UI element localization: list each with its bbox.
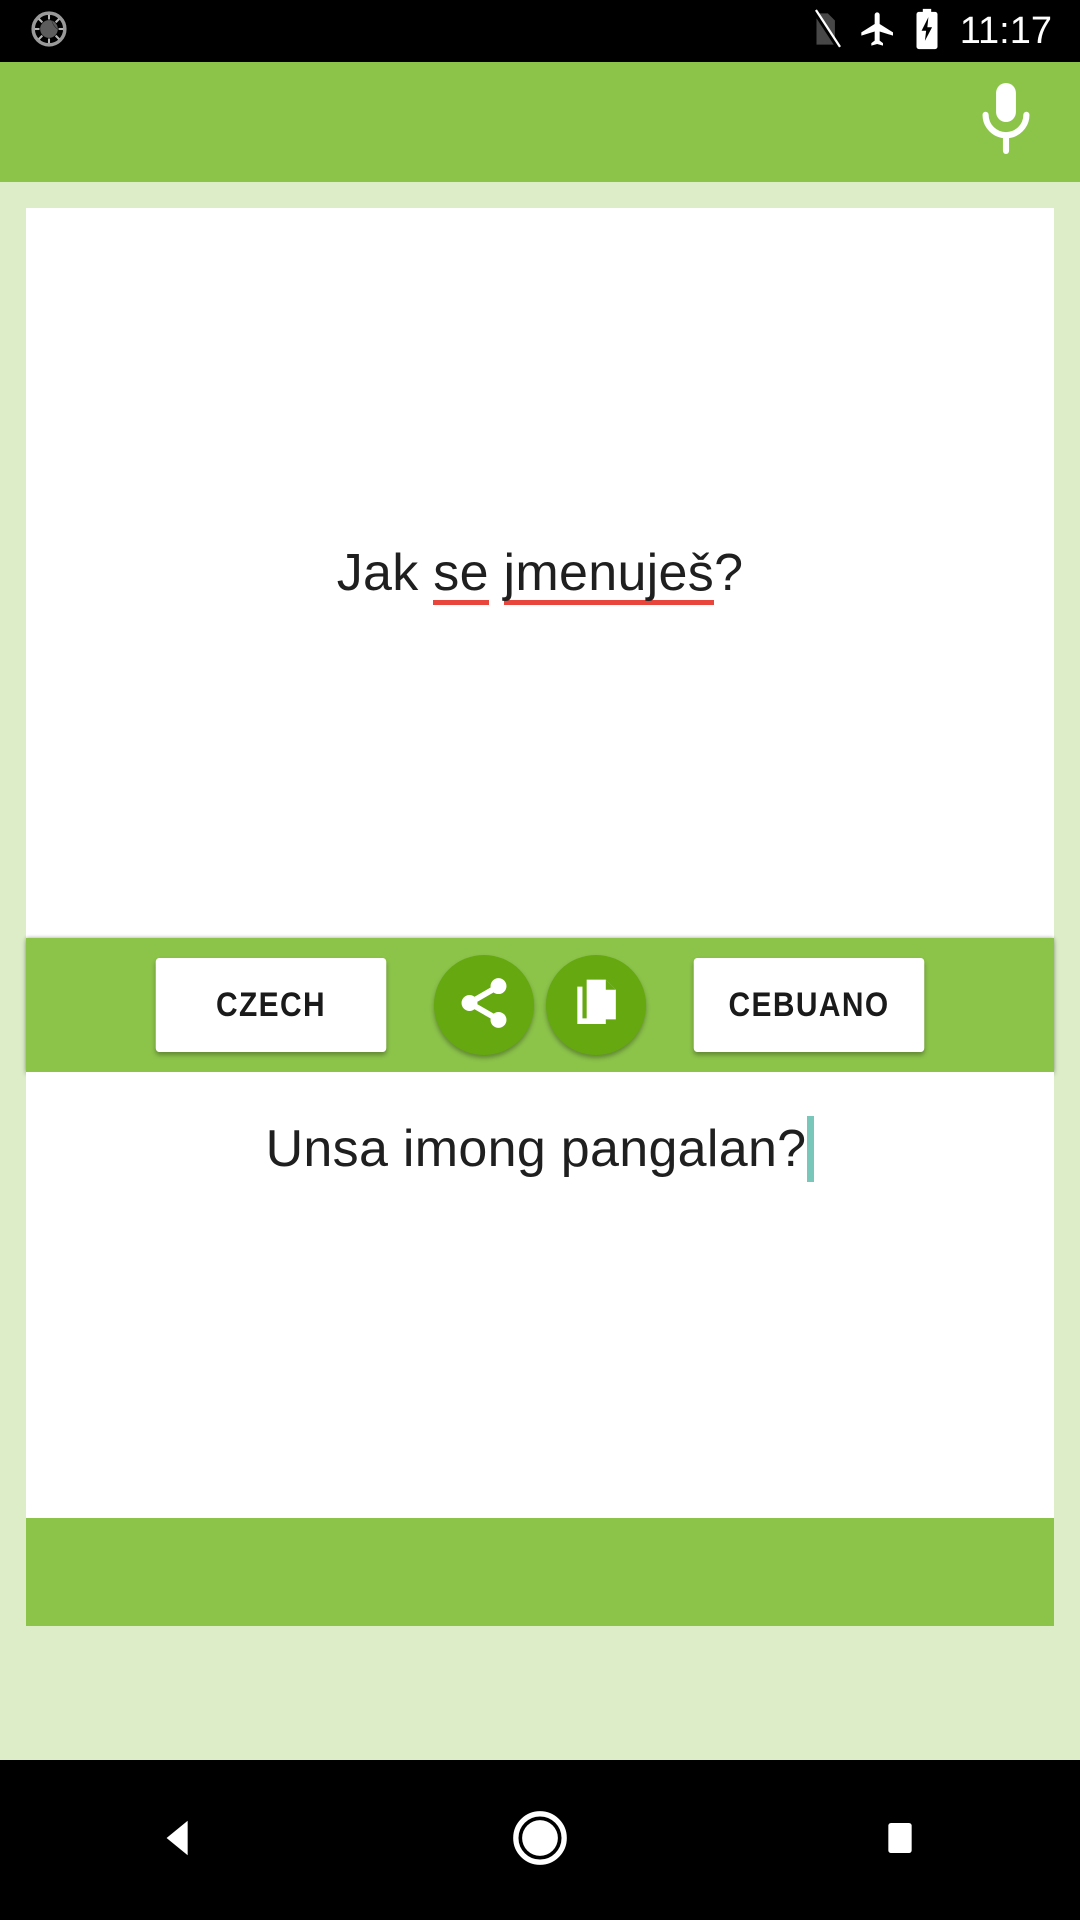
source-text-fragment: Jak bbox=[336, 544, 434, 602]
status-bar-clock: 11:17 bbox=[959, 10, 1052, 52]
status-bar-system-icons: 11:17 bbox=[808, 8, 1080, 55]
source-text: Jak se jmenuješ? bbox=[336, 543, 744, 606]
status-bar: 11:17 bbox=[0, 0, 1080, 62]
sun-notification-icon bbox=[30, 10, 68, 53]
share-button[interactable] bbox=[434, 955, 534, 1055]
app-bar bbox=[0, 62, 1080, 182]
nav-home-button[interactable] bbox=[360, 1760, 720, 1920]
misspelled-word: se bbox=[433, 544, 489, 606]
airplane-mode-icon bbox=[858, 9, 898, 54]
home-circle-icon bbox=[511, 1809, 569, 1872]
microphone-icon bbox=[971, 72, 1041, 173]
system-navigation-bar bbox=[0, 1760, 1080, 1920]
status-bar-notifications bbox=[0, 10, 68, 53]
source-text-fragment: ? bbox=[714, 544, 744, 602]
target-text-card[interactable]: Unsa imong pangalan? bbox=[26, 1072, 1054, 1518]
app-screen: 11:17 Jak se jmenuješ? CZECH CEBUANO Uns… bbox=[0, 0, 1080, 1920]
language-action-bar: CZECH CEBUANO bbox=[26, 938, 1054, 1072]
source-language-button[interactable]: CZECH bbox=[155, 958, 387, 1052]
bottom-accent-strip bbox=[26, 1518, 1054, 1626]
copy-button[interactable] bbox=[546, 955, 646, 1055]
microphone-button[interactable] bbox=[958, 74, 1054, 170]
recents-square-icon bbox=[880, 1818, 920, 1863]
text-cursor bbox=[807, 1116, 815, 1182]
copy-icon bbox=[568, 975, 624, 1036]
target-language-button[interactable]: CEBUANO bbox=[693, 958, 925, 1052]
source-text-card[interactable]: Jak se jmenuješ? bbox=[26, 208, 1054, 938]
target-text: Unsa imong pangalan? bbox=[265, 1120, 807, 1178]
misspelled-word: jmenuješ bbox=[503, 544, 715, 606]
back-triangle-icon bbox=[157, 1815, 203, 1866]
share-icon bbox=[455, 974, 513, 1037]
target-text-row: Unsa imong pangalan? bbox=[266, 1116, 815, 1182]
nav-recents-button[interactable] bbox=[720, 1760, 1080, 1920]
source-text-fragment bbox=[489, 544, 504, 602]
battery-charging-icon bbox=[914, 8, 940, 55]
no-sim-icon bbox=[808, 8, 842, 54]
translator-body: Jak se jmenuješ? CZECH CEBUANO Unsa imon… bbox=[0, 182, 1080, 1760]
nav-back-button[interactable] bbox=[0, 1760, 360, 1920]
